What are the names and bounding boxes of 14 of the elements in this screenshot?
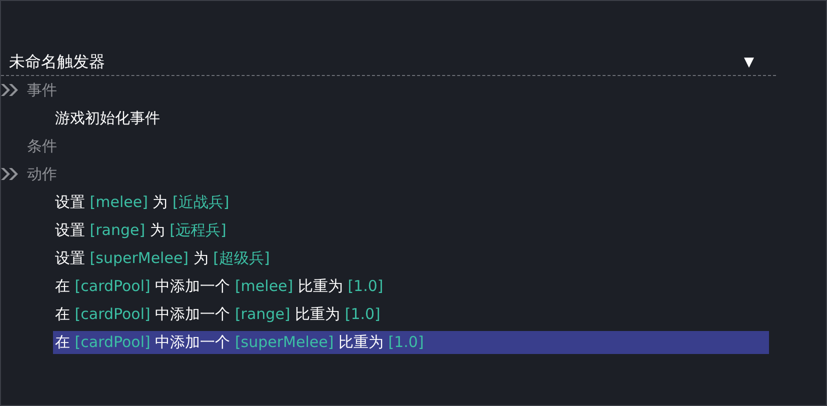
- trigger-statement[interactable]: 在 [cardPool] 中添加一个 [superMelee] 比重为 [1.0]: [53, 330, 769, 354]
- trigger-statement[interactable]: 在 [cardPool] 中添加一个 [range] 比重为 [1.0]: [53, 302, 382, 326]
- trigger-statement[interactable]: 设置 [range] 为 [远程兵]: [53, 218, 228, 242]
- section-label: 动作: [27, 164, 57, 184]
- trigger-title: 未命名触发器: [8, 52, 105, 72]
- trigger-statement[interactable]: 在 [cardPool] 中添加一个 [melee] 比重为 [1.0]: [53, 274, 386, 298]
- section-label: 事件: [27, 80, 57, 100]
- double-chevron-icon[interactable]: [1, 83, 21, 97]
- dropdown-arrow[interactable]: ▼: [744, 54, 754, 70]
- trigger-statement[interactable]: 设置 [superMelee] 为 [超级兵]: [53, 246, 272, 270]
- trigger-statement[interactable]: 设置 [melee] 为 [近战兵]: [53, 190, 232, 214]
- double-chevron-icon[interactable]: [1, 167, 21, 181]
- trigger-statement[interactable]: 游戏初始化事件: [53, 106, 162, 130]
- section-label: 条件: [27, 136, 57, 156]
